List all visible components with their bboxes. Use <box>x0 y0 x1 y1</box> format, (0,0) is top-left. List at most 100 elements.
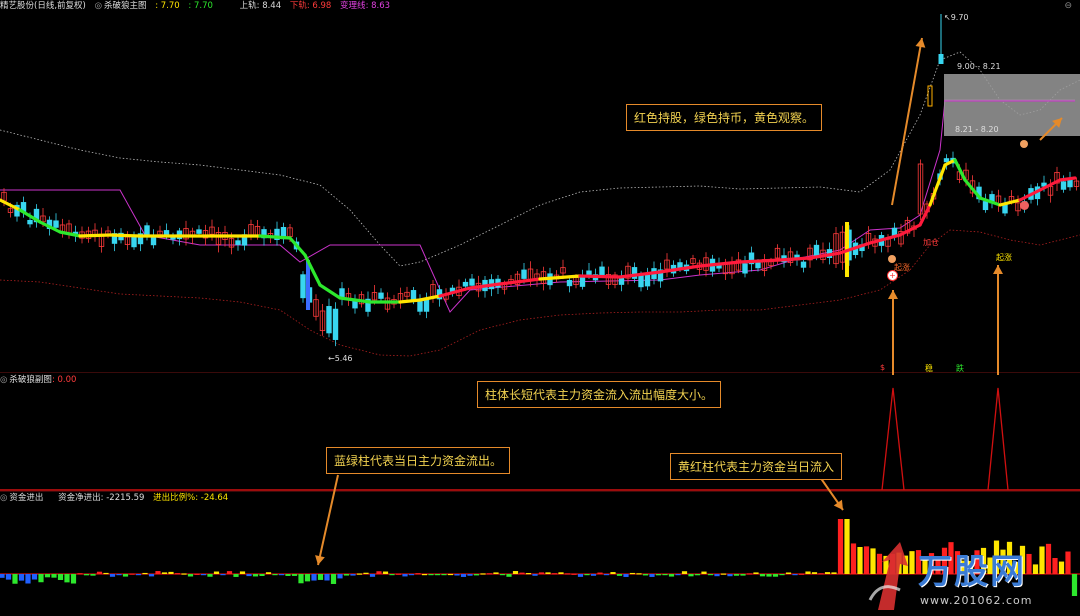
candle-body <box>27 219 33 225</box>
money-bar <box>447 573 454 576</box>
signal-face-icon <box>888 255 896 263</box>
money-bar <box>603 574 610 576</box>
candle-body <box>339 288 345 298</box>
money-bar <box>161 572 168 574</box>
money-bar <box>649 574 655 577</box>
money-bar <box>720 573 727 575</box>
arrow-head <box>315 555 325 565</box>
money-bar <box>486 573 493 575</box>
money-bar <box>493 572 499 574</box>
money-bar <box>148 574 155 577</box>
trend-segment <box>738 258 782 264</box>
trend-segment <box>1058 176 1077 182</box>
money-bar <box>740 574 746 576</box>
arrow-head <box>993 265 1003 274</box>
candle-body <box>462 281 469 287</box>
money-bar <box>278 574 285 576</box>
money-bar <box>480 573 486 575</box>
signal-face-icon-3 <box>1020 140 1028 148</box>
money-bar <box>259 574 265 577</box>
sub-spike <box>987 387 1009 491</box>
sub-spike <box>881 387 905 491</box>
annotation-yellow-red: 黄红柱代表主力资金当日流入 <box>670 453 843 480</box>
money-bar <box>785 572 792 574</box>
money-bar <box>590 574 597 576</box>
candle-body <box>332 308 339 340</box>
money-bar <box>727 574 733 577</box>
money-bar <box>135 574 142 576</box>
money-bar <box>200 574 207 576</box>
arrow-head <box>888 290 898 299</box>
money-bar <box>129 573 135 575</box>
money-bar <box>356 573 363 575</box>
money-bar <box>759 574 766 577</box>
money-bar <box>291 574 298 576</box>
money-bar <box>12 574 18 584</box>
candle-body <box>326 306 332 334</box>
money-bar <box>90 574 96 576</box>
signal-mark-qizhang-2: 起涨 <box>996 253 1012 262</box>
range-top-label: 9.00 - 8.21 <box>957 62 1001 71</box>
money-bar <box>753 572 759 574</box>
money-bar <box>454 574 460 576</box>
money-bar <box>675 574 681 576</box>
money-bar <box>57 574 64 580</box>
money-bar <box>324 574 330 581</box>
money-bar <box>818 573 824 575</box>
money-bar <box>473 574 480 576</box>
money-bar <box>207 574 213 577</box>
annotation-red-green: 红色持股，绿色持币，黄色观察。 <box>626 104 823 131</box>
money-bar <box>18 574 25 581</box>
money-bar <box>805 571 811 574</box>
money-bar <box>688 574 694 577</box>
money-bar <box>402 574 408 577</box>
sub-top-mark-2: 稳 <box>925 364 933 373</box>
money-bar <box>181 573 187 575</box>
chart-canvas[interactable] <box>0 0 1080 616</box>
money-bar <box>551 573 558 575</box>
money-bar <box>285 574 291 576</box>
money-bar <box>168 571 174 574</box>
candle-body <box>927 85 933 107</box>
money-bar <box>428 574 434 576</box>
money-bar <box>844 519 850 574</box>
money-bar <box>382 571 389 574</box>
money-bar <box>5 574 12 580</box>
candle-body <box>410 290 417 301</box>
money-bar <box>246 574 252 577</box>
money-bar <box>83 574 90 576</box>
money-bar <box>25 574 31 584</box>
money-bar <box>350 574 356 576</box>
money-bar <box>64 574 70 583</box>
trend-segment <box>258 234 292 240</box>
money-bar <box>499 574 506 576</box>
money-bar <box>824 572 831 574</box>
money-bar <box>441 574 447 576</box>
money-bar <box>337 574 343 579</box>
high-price-label: ↖9.70 <box>944 13 969 22</box>
low-price-label: ←5.46 <box>328 354 353 363</box>
money-bar <box>668 574 675 577</box>
signal-mark-jiacang: 加仓 <box>923 238 939 247</box>
money-bar <box>239 571 246 574</box>
sub-top-mark-1: $ <box>880 363 886 372</box>
money-bar <box>636 573 642 575</box>
money-bar <box>772 574 779 577</box>
money-bar <box>811 572 818 574</box>
money-bar <box>525 573 532 575</box>
money-bar <box>220 574 226 576</box>
money-bar <box>532 574 538 576</box>
money-bar <box>831 572 837 574</box>
money-bar <box>506 574 512 577</box>
money-bar <box>194 573 200 575</box>
range-bottom-label: 8.21 - 8.20 <box>955 125 999 134</box>
money-bar <box>837 519 844 574</box>
money-bar <box>44 574 51 578</box>
watermark-brand: 万股网 <box>918 552 1026 592</box>
candle-body <box>150 236 157 246</box>
money-bar <box>662 574 668 576</box>
candle-body <box>599 266 605 276</box>
money-bar <box>103 572 109 575</box>
trend-segment <box>928 163 947 207</box>
money-bar <box>714 574 720 577</box>
